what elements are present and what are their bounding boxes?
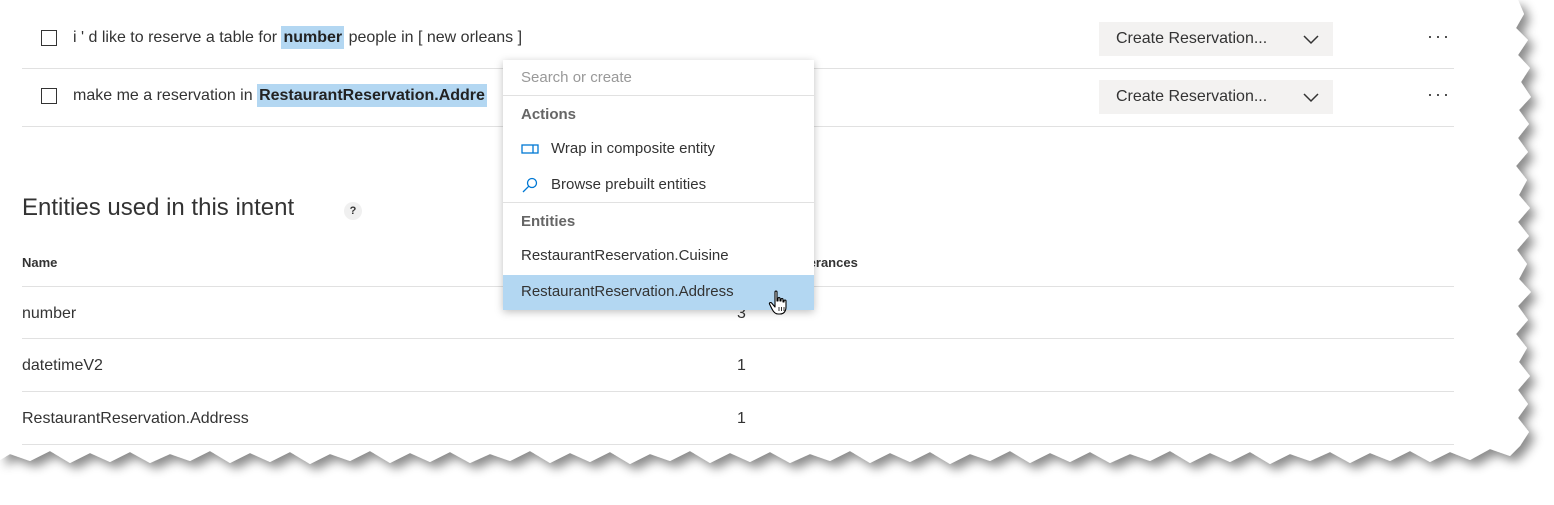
column-header-name: Name xyxy=(22,255,58,270)
more-options-button[interactable]: ··· xyxy=(1427,26,1455,46)
entity-count: 1 xyxy=(737,410,746,427)
actions-header: Actions xyxy=(521,106,577,123)
chevron-down-icon xyxy=(1303,93,1319,103)
browse-prebuilt-entities-item[interactable]: Browse prebuilt entities xyxy=(503,168,814,202)
utterance-prefix: i ' d like to reserve a table for xyxy=(73,29,282,46)
entity-name: datetimeV2 xyxy=(22,357,103,374)
entity-name: number xyxy=(22,305,77,322)
entity-picker-dropdown: Actions Wrap in composite entity Browse … xyxy=(503,60,814,310)
menu-item-label: Wrap in composite entity xyxy=(551,140,715,157)
utterance-text: make me a reservation in RestaurantReser… xyxy=(73,84,487,107)
entity-token[interactable]: RestaurantReservation.Addre xyxy=(257,84,487,107)
utterance-text: i ' d like to reserve a table for number… xyxy=(73,26,523,49)
entity-token[interactable]: number xyxy=(281,26,345,49)
chevron-down-icon xyxy=(1303,35,1319,45)
divider xyxy=(503,202,814,203)
entity-count: 1 xyxy=(737,357,746,374)
menu-item-label: Browse prebuilt entities xyxy=(551,176,707,193)
entity-option-label: RestaurantReservation.Address xyxy=(521,283,734,300)
entity-option-label: RestaurantReservation.Cuisine xyxy=(521,247,729,264)
utterance-suffix: people in [ new orleans ] xyxy=(344,29,523,46)
entities-header: Entities xyxy=(521,213,576,230)
utterance-prefix: make me a reservation in xyxy=(73,87,258,104)
search-icon xyxy=(522,177,538,193)
section-title: Entities used in this intent xyxy=(22,194,295,221)
entity-option[interactable]: RestaurantReservation.Cuisine xyxy=(503,239,814,273)
intent-dropdown-label: Create Reservation... xyxy=(1116,88,1268,105)
hand-pointer-cursor-icon xyxy=(768,290,787,315)
intent-dropdown[interactable]: Create Reservation... xyxy=(1099,22,1333,56)
row-checkbox[interactable] xyxy=(41,88,57,104)
intent-dropdown-label: Create Reservation... xyxy=(1116,30,1268,47)
composite-icon xyxy=(521,144,539,154)
intent-dropdown[interactable]: Create Reservation... xyxy=(1099,80,1333,114)
entity-search-input[interactable] xyxy=(503,60,814,96)
row-checkbox[interactable] xyxy=(41,30,57,46)
wrap-composite-entity-item[interactable]: Wrap in composite entity xyxy=(503,132,814,166)
table-row: datetimeV2 1 xyxy=(22,338,1454,391)
more-options-button[interactable]: ··· xyxy=(1427,84,1455,104)
entity-name: RestaurantReservation.Address xyxy=(22,410,249,427)
table-row: RestaurantReservation.Address 1 xyxy=(22,391,1454,445)
help-icon[interactable]: ? xyxy=(344,202,362,220)
